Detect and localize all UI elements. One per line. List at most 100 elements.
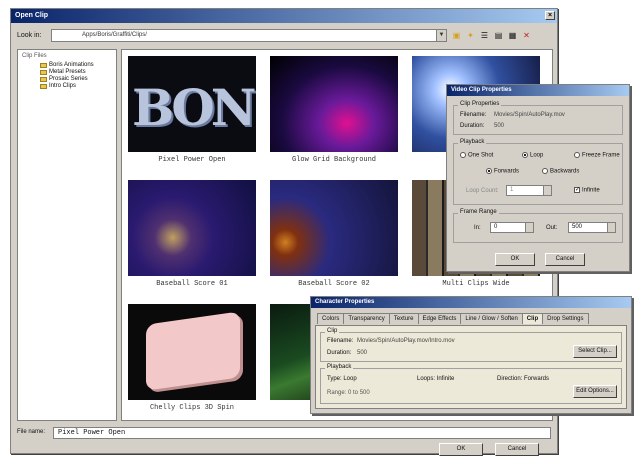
tree-item-label: Boris Animations bbox=[49, 62, 94, 68]
tab-transparency[interactable]: Transparency bbox=[343, 313, 390, 324]
radio-backwards[interactable]: Backwards bbox=[542, 168, 579, 175]
dialog-titlebar: Character Properties bbox=[311, 297, 631, 308]
thumbnail-caption: Baseball Score 02 bbox=[298, 280, 370, 288]
dialog-cancel-button[interactable]: Cancel bbox=[545, 253, 585, 266]
out-label: Out: bbox=[546, 225, 558, 231]
dialog-title: Video Clip Properties bbox=[451, 87, 512, 93]
radio-label: Forwards bbox=[494, 168, 520, 175]
type-label: Type: Loop bbox=[327, 376, 357, 382]
clip-group: Clip Filename: Movies/Spin/AutoPlay.mov/… bbox=[320, 328, 622, 362]
ok-button[interactable]: OK bbox=[439, 443, 483, 456]
radio-label: Freeze Frame bbox=[582, 152, 620, 159]
checkmark-icon: ✓ bbox=[574, 187, 581, 193]
folder-icon bbox=[40, 83, 47, 89]
close-icon[interactable]: × bbox=[545, 11, 555, 20]
tab-edge-effects[interactable]: Edge Effects bbox=[417, 313, 462, 324]
filename-input[interactable]: Pixel Power Open bbox=[53, 427, 551, 439]
infinite-checkbox[interactable]: ✓ Infinite bbox=[574, 187, 600, 194]
select-clip-button[interactable]: Select Clip... bbox=[573, 345, 617, 358]
list-view-icon[interactable]: ☰ bbox=[479, 30, 490, 41]
clip-thumbnail[interactable]: Baseball Score 01 bbox=[128, 180, 256, 288]
tree-item-label: Prosaic Series bbox=[49, 76, 88, 82]
playback-group: Playback One Shot Loop Freeze Frame Forw… bbox=[453, 139, 623, 205]
loops-label: Loops: Infinite bbox=[417, 376, 455, 382]
frame-range-group: Frame Range In: 0 Out: 500 bbox=[453, 209, 623, 243]
tab-clip[interactable]: Clip bbox=[521, 313, 544, 324]
in-stepper[interactable]: 0 bbox=[490, 222, 534, 233]
radio-forwards[interactable]: Forwards bbox=[486, 168, 519, 175]
thumbnail-caption: Pixel Power Open bbox=[158, 156, 226, 164]
filename-label: Filename: bbox=[460, 112, 487, 118]
radio-icon bbox=[522, 152, 528, 158]
dialog-ok-button[interactable]: OK bbox=[495, 253, 535, 266]
thumbnail-image: BON bbox=[128, 56, 256, 152]
radio-label: One Shot bbox=[468, 152, 494, 159]
in-label: In: bbox=[474, 225, 481, 231]
out-stepper[interactable]: 500 bbox=[568, 222, 616, 233]
delete-icon[interactable]: ✕ bbox=[521, 30, 532, 41]
loop-count-stepper[interactable]: 1 bbox=[506, 185, 552, 196]
details-view-icon[interactable]: ▤ bbox=[493, 30, 504, 41]
group-title: Clip Properties bbox=[458, 101, 502, 107]
thumbnail-image bbox=[270, 180, 398, 276]
tree-item[interactable]: Prosaic Series bbox=[40, 76, 112, 82]
thumbnail-image bbox=[270, 56, 398, 152]
dialog-title: Character Properties bbox=[315, 299, 375, 305]
tree-item[interactable]: Metal Presets bbox=[40, 69, 112, 75]
checkbox-label: Infinite bbox=[582, 187, 600, 194]
filename-row: File name: Pixel Power Open bbox=[15, 427, 553, 439]
clip-thumbnail[interactable]: Chelly Clips 3D Spin bbox=[128, 304, 256, 412]
thumbnail-caption: Baseball Score 01 bbox=[156, 280, 228, 288]
cancel-button[interactable]: Cancel bbox=[495, 443, 539, 456]
group-title: Playback bbox=[458, 139, 487, 145]
dialog-titlebar: Video Clip Properties bbox=[447, 85, 629, 96]
folder-icon bbox=[40, 76, 47, 82]
look-in-dropdown[interactable]: Apps/Boris/Graffiti/Clips/ ▼ bbox=[51, 29, 447, 42]
filename-value: Movies/Spin/AutoPlay.mov/Intro.mov bbox=[357, 338, 455, 344]
chevron-down-icon[interactable]: ▼ bbox=[436, 30, 446, 41]
folder-icon bbox=[40, 69, 47, 75]
tab-drop-settings[interactable]: Drop Settings bbox=[542, 313, 589, 324]
radio-icon bbox=[574, 152, 580, 158]
tree-item-label: Intro Clips bbox=[49, 83, 77, 89]
group-title: Clip bbox=[325, 328, 340, 334]
folder-up-icon[interactable]: ▣ bbox=[451, 30, 462, 41]
tree-item-label: Metal Presets bbox=[49, 69, 86, 75]
range-label: Range: 0 to 500 bbox=[327, 390, 370, 396]
window-title: Open Clip bbox=[15, 12, 49, 19]
character-properties-dialog: Character Properties Colors Transparency… bbox=[310, 296, 632, 414]
thumbnail-caption: Glow Grid Background bbox=[291, 156, 376, 164]
window-titlebar: Open Clip × bbox=[11, 9, 557, 23]
clip-thumbnail[interactable]: Baseball Score 02 bbox=[270, 180, 398, 288]
radio-label: Backwards bbox=[550, 168, 580, 175]
look-in-path: Apps/Boris/Graffiti/Clips/ bbox=[82, 32, 147, 38]
clip-properties-dialog: Video Clip Properties Clip Properties Fi… bbox=[446, 84, 630, 272]
edit-options-button[interactable]: Edit Options... bbox=[573, 385, 617, 398]
clip-thumbnail[interactable]: BON Pixel Power Open bbox=[128, 56, 256, 164]
folder-icon bbox=[40, 62, 47, 68]
filename-label: File name: bbox=[17, 429, 46, 435]
radio-loop[interactable]: Loop bbox=[522, 152, 543, 159]
group-title: Frame Range bbox=[458, 209, 499, 215]
new-folder-icon[interactable]: ✦ bbox=[465, 30, 476, 41]
thumbnail-caption: Multi Clips Wide bbox=[442, 280, 510, 288]
tab-texture[interactable]: Texture bbox=[388, 313, 419, 324]
tab-strip: Colors Transparency Texture Edge Effects… bbox=[317, 313, 589, 324]
radio-icon bbox=[460, 152, 466, 158]
thumbnail-image bbox=[128, 180, 256, 276]
look-in-label: Look in: bbox=[17, 32, 42, 39]
filename-value: Movies/Spin/AutoPlay.mov bbox=[494, 112, 565, 118]
preview-icon[interactable]: ▦ bbox=[507, 30, 518, 41]
toolbar: ▣ ✦ ☰ ▤ ▦ ✕ bbox=[451, 30, 532, 41]
tree-root[interactable]: Clip Files bbox=[22, 53, 112, 59]
folder-tree: Clip Files Boris Animations Metal Preset… bbox=[17, 49, 117, 421]
radio-one-shot[interactable]: One Shot bbox=[460, 152, 493, 159]
tab-colors[interactable]: Colors bbox=[317, 313, 345, 324]
tree-item[interactable]: Boris Animations bbox=[40, 62, 112, 68]
radio-freeze-frame[interactable]: Freeze Frame bbox=[574, 152, 620, 159]
clip-thumbnail[interactable]: Glow Grid Background bbox=[270, 56, 398, 164]
tree-item[interactable]: Intro Clips bbox=[40, 83, 112, 89]
tab-panel: Clip Filename: Movies/Spin/AutoPlay.mov/… bbox=[315, 325, 627, 409]
duration-label: Duration: bbox=[327, 350, 352, 356]
tab-line-glow-soften[interactable]: Line / Glow / Soften bbox=[460, 313, 523, 324]
